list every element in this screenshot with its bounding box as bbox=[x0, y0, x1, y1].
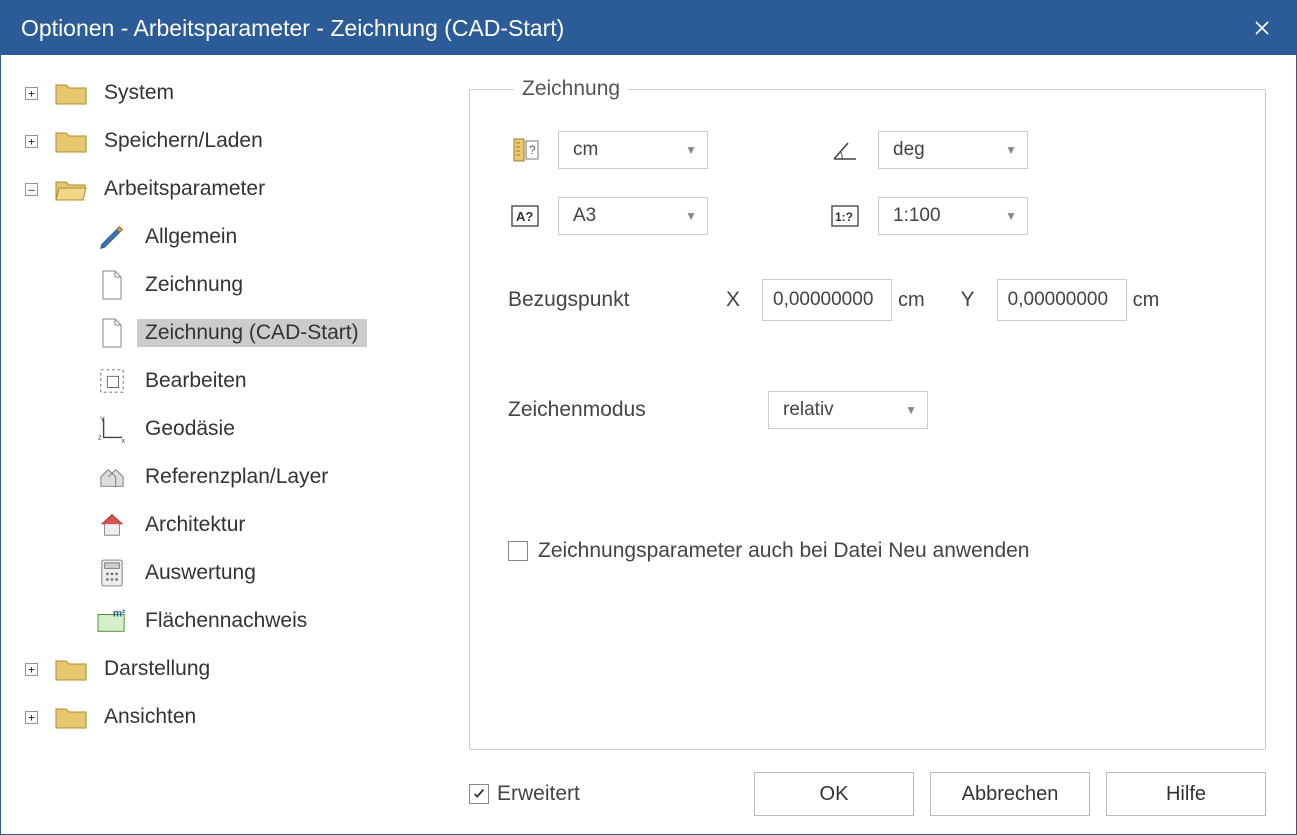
tree-label: Architektur bbox=[137, 511, 253, 539]
tree-label-selected: Zeichnung (CAD-Start) bbox=[137, 319, 367, 347]
tree-label: Flächennachweis bbox=[137, 607, 315, 635]
tree-label: Zeichnung bbox=[137, 271, 251, 299]
selection-icon bbox=[95, 364, 129, 398]
y-label: Y bbox=[953, 288, 983, 312]
ok-button[interactable]: OK bbox=[754, 772, 914, 816]
scale-icon: 1:? bbox=[828, 199, 862, 233]
paper-format-dropdown[interactable]: A3 ▼ bbox=[558, 197, 708, 235]
tree-label: Ansichten bbox=[96, 703, 204, 731]
y-value-input[interactable]: 0,00000000 bbox=[997, 279, 1127, 321]
tree-label: Referenzplan/Layer bbox=[137, 463, 336, 491]
tree-item-architektur[interactable]: Architektur bbox=[95, 501, 445, 549]
tree-item-darstellung[interactable]: + Darstellung bbox=[25, 645, 445, 693]
erweitert-checkbox[interactable] bbox=[469, 784, 489, 804]
unit-angle-dropdown[interactable]: deg ▼ bbox=[878, 131, 1028, 169]
x-label: X bbox=[718, 288, 748, 312]
tree-item-geodasie[interactable]: Yz x Geodäsie bbox=[95, 405, 445, 453]
tree-label: System bbox=[96, 79, 182, 107]
area-icon: m² bbox=[95, 604, 129, 638]
cancel-button[interactable]: Abbrechen bbox=[930, 772, 1090, 816]
chevron-down-icon: ▼ bbox=[1005, 143, 1017, 157]
apply-on-new-checkbox[interactable] bbox=[508, 541, 528, 561]
expander-icon[interactable]: + bbox=[25, 663, 38, 676]
folder-icon bbox=[54, 652, 88, 686]
expander-icon[interactable]: – bbox=[25, 183, 38, 196]
tree-label: Darstellung bbox=[96, 655, 218, 683]
tree-item-zeichnung-cad[interactable]: Zeichnung (CAD-Start) bbox=[95, 309, 445, 357]
erweitert-label: Erweitert bbox=[497, 782, 580, 806]
settings-pane: Zeichnung ? cm ▼ deg bbox=[451, 55, 1296, 834]
house-icon bbox=[95, 508, 129, 542]
dropdown-value: 1:100 bbox=[893, 205, 941, 227]
apply-on-new-label: Zeichnungsparameter auch bei Datei Neu a… bbox=[538, 539, 1029, 563]
folder-icon bbox=[54, 124, 88, 158]
tree-item-bearbeiten[interactable]: Bearbeiten bbox=[95, 357, 445, 405]
x-value-input[interactable]: 0,00000000 bbox=[762, 279, 892, 321]
chevron-down-icon: ▼ bbox=[905, 403, 917, 417]
paper-format-icon: A? bbox=[508, 199, 542, 233]
zeichenmodus-dropdown[interactable]: relativ ▼ bbox=[768, 391, 928, 429]
help-button[interactable]: Hilfe bbox=[1106, 772, 1266, 816]
folder-icon bbox=[54, 76, 88, 110]
tree-item-referenzplan[interactable]: Referenzplan/Layer bbox=[95, 453, 445, 501]
expander-icon[interactable]: + bbox=[25, 135, 38, 148]
tree-label: Arbeitsparameter bbox=[96, 175, 273, 203]
chevron-down-icon: ▼ bbox=[685, 143, 697, 157]
calculator-icon bbox=[95, 556, 129, 590]
x-unit: cm bbox=[898, 289, 925, 312]
title-bar: Optionen - Arbeitsparameter - Zeichnung … bbox=[1, 1, 1296, 55]
expander-icon[interactable]: + bbox=[25, 711, 38, 724]
tree-item-allgemein[interactable]: Allgemein bbox=[95, 213, 445, 261]
angle-icon bbox=[828, 133, 862, 167]
tree-item-zeichnung[interactable]: Zeichnung bbox=[95, 261, 445, 309]
house-layer-icon bbox=[95, 460, 129, 494]
chevron-down-icon: ▼ bbox=[1005, 209, 1017, 223]
tree-label: Allgemein bbox=[137, 223, 245, 251]
y-unit: cm bbox=[1133, 289, 1160, 312]
axis-icon: Yz x bbox=[95, 412, 129, 446]
tree-label: Geodäsie bbox=[137, 415, 243, 443]
svg-text:z: z bbox=[98, 432, 102, 441]
tree-label: Auswertung bbox=[137, 559, 264, 587]
tree-item-arbeitsparameter[interactable]: – Arbeitsparameter bbox=[25, 165, 445, 213]
dropdown-value: cm bbox=[573, 139, 598, 161]
chevron-down-icon: ▼ bbox=[685, 209, 697, 223]
expander-icon[interactable]: + bbox=[25, 87, 38, 100]
tree-item-speichern[interactable]: + Speichern/Laden bbox=[25, 117, 445, 165]
bezugspunkt-label: Bezugspunkt bbox=[508, 288, 718, 312]
tree-label: Bearbeiten bbox=[137, 367, 255, 395]
zeichenmodus-label: Zeichenmodus bbox=[508, 398, 768, 422]
ruler-icon: ? bbox=[508, 133, 542, 167]
unit-length-dropdown[interactable]: cm ▼ bbox=[558, 131, 708, 169]
dropdown-value: A3 bbox=[573, 205, 596, 227]
tree-item-auswertung[interactable]: Auswertung bbox=[95, 549, 445, 597]
folder-icon bbox=[54, 700, 88, 734]
tree-label: Speichern/Laden bbox=[96, 127, 271, 155]
dropdown-value: relativ bbox=[783, 399, 834, 421]
zeichnung-group: Zeichnung ? cm ▼ deg bbox=[469, 77, 1266, 750]
svg-text:A?: A? bbox=[516, 209, 533, 224]
close-button[interactable] bbox=[1242, 8, 1282, 48]
nav-tree: + System + Speichern/Laden – Arbeitspara… bbox=[1, 55, 451, 834]
scale-dropdown[interactable]: 1:100 ▼ bbox=[878, 197, 1028, 235]
svg-text:1:?: 1:? bbox=[835, 210, 853, 224]
tree-item-flachennachweis[interactable]: m² Flächennachweis bbox=[95, 597, 445, 645]
window-title: Optionen - Arbeitsparameter - Zeichnung … bbox=[21, 15, 564, 42]
group-legend: Zeichnung bbox=[514, 77, 628, 101]
dropdown-value: deg bbox=[893, 139, 925, 161]
document-icon bbox=[95, 316, 129, 350]
svg-text:x: x bbox=[121, 436, 125, 443]
tree-item-ansichten[interactable]: + Ansichten bbox=[25, 693, 445, 741]
tree-item-system[interactable]: + System bbox=[25, 69, 445, 117]
dialog-footer: Erweitert OK Abbrechen Hilfe bbox=[469, 750, 1266, 822]
folder-open-icon bbox=[54, 172, 88, 206]
svg-text:Y: Y bbox=[100, 415, 105, 424]
document-icon bbox=[95, 268, 129, 302]
pencil-icon bbox=[95, 220, 129, 254]
svg-text:m²: m² bbox=[113, 608, 126, 619]
svg-text:?: ? bbox=[529, 143, 536, 157]
